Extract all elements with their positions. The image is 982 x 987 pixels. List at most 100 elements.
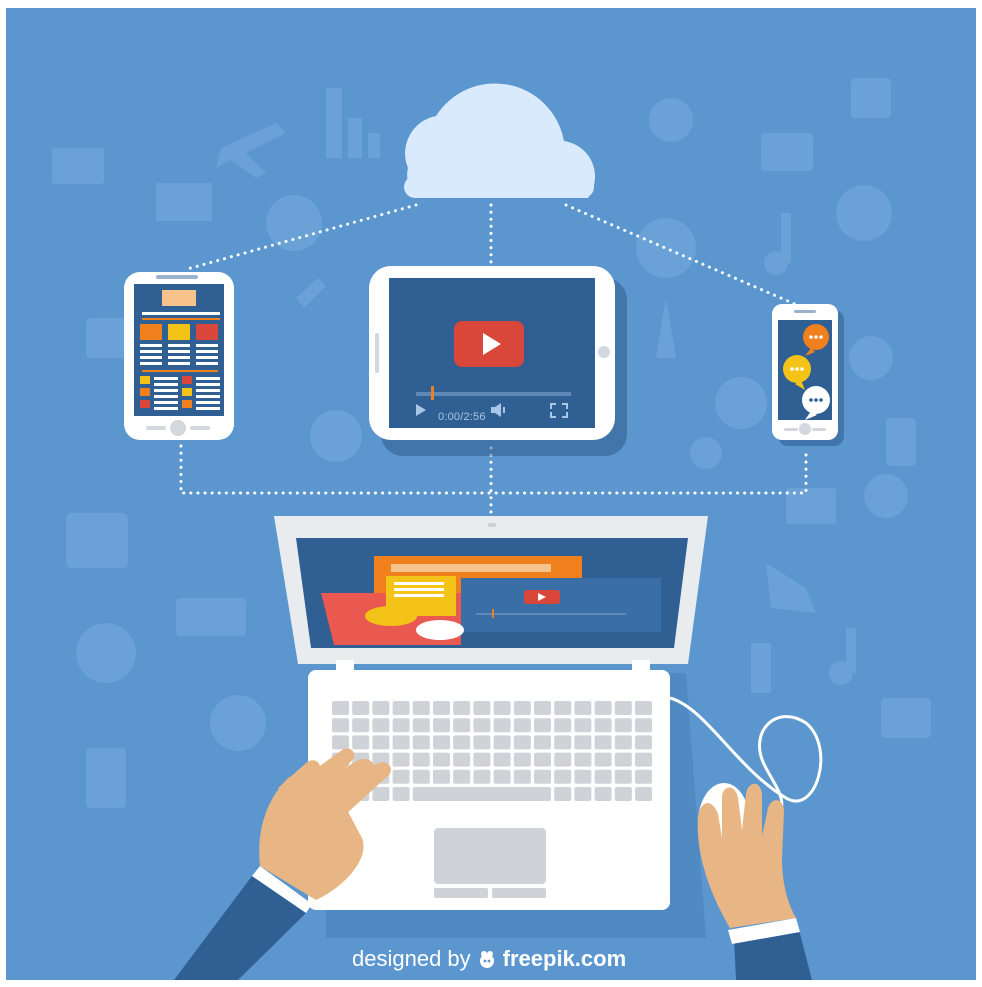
keyboard-key	[513, 735, 531, 750]
envelope-icon	[156, 183, 212, 221]
keyboard-key	[554, 769, 572, 784]
globe-icon	[76, 623, 136, 683]
keyboard-key	[635, 787, 652, 801]
freepik-logo-icon	[479, 951, 494, 968]
keyboard-key	[453, 769, 471, 784]
speech-bubble-icon	[310, 410, 362, 462]
keyboard-key	[554, 718, 572, 733]
keyboard-key	[493, 769, 511, 784]
keyboard-key	[473, 735, 491, 750]
keyboard-key	[392, 701, 410, 715]
keyboard-key	[392, 735, 410, 750]
headphones-icon	[636, 218, 696, 278]
keyboard-key	[635, 718, 652, 733]
keyboard-key	[392, 718, 410, 733]
keyboard-key	[534, 752, 551, 767]
keyboard-key	[473, 701, 491, 715]
keyboard-key	[493, 718, 511, 733]
keyboard-key	[594, 718, 612, 733]
keyboard-key	[352, 718, 370, 733]
keyboard-key	[453, 718, 471, 733]
cloud-icon	[404, 83, 596, 198]
keyboard-key	[614, 787, 632, 801]
keyboard-key	[372, 701, 390, 715]
keyboard-key	[473, 718, 491, 733]
keyboard-key	[473, 752, 491, 767]
keyboard-key	[554, 787, 572, 801]
monitor-icon	[52, 148, 104, 184]
keyboard-key	[332, 718, 349, 733]
keyboard-key	[513, 701, 531, 715]
keyboard-key	[433, 718, 450, 733]
keyboard-key	[594, 735, 612, 750]
keyboard-key	[554, 752, 572, 767]
keyboard-key	[513, 769, 531, 784]
bag-icon	[86, 318, 130, 358]
play-circle-icon	[266, 195, 322, 251]
right-hand	[697, 783, 812, 980]
keyboard-key	[594, 752, 612, 767]
keyboard-key	[412, 718, 430, 733]
keyboard-key	[574, 787, 592, 801]
keyboard-key	[433, 735, 450, 750]
keyboard-key	[614, 735, 632, 750]
keyboard-key	[493, 701, 511, 715]
lightbulb-icon	[649, 98, 693, 142]
keyboard-key	[493, 735, 511, 750]
pencil-icon	[296, 278, 326, 308]
eiffel-tower-icon	[656, 298, 676, 358]
airplane-icon	[216, 123, 286, 178]
watermark: designed by freepik.com	[352, 946, 626, 972]
window-icon	[851, 78, 891, 118]
keyboard-key	[635, 701, 652, 715]
keyboard-key	[332, 701, 349, 715]
illustration-canvas: 0:00/2:56 designed by freepik.com	[6, 8, 976, 980]
keyboard-key	[614, 718, 632, 733]
phone-icon	[886, 418, 916, 466]
video-time-label: 0:00/2:56	[438, 411, 486, 423]
keyboard-key	[534, 735, 551, 750]
tablet	[369, 266, 627, 456]
map-pin-icon	[864, 474, 909, 580]
keyboard-key	[412, 752, 430, 767]
keyboard-key	[614, 701, 632, 715]
keyboard-key	[453, 735, 471, 750]
keyboard-key	[412, 735, 430, 750]
keyboard-key	[635, 752, 652, 767]
keyboard-key	[574, 718, 592, 733]
keyboard-key	[392, 769, 410, 784]
keyboard-key	[574, 735, 592, 750]
keyboard-key	[433, 769, 450, 784]
keyboard-key	[352, 701, 370, 715]
keyboard-key	[412, 769, 430, 784]
dollar-icon	[751, 643, 771, 693]
keyboard-key	[594, 701, 612, 715]
watermark-brand: freepik.com	[502, 946, 627, 971]
keyboard-key	[473, 769, 491, 784]
briefcase-icon	[761, 133, 813, 171]
keyboard-key	[534, 701, 551, 715]
phone-outline-icon	[86, 748, 126, 808]
keyboard-key	[372, 735, 390, 750]
spacebar-key	[412, 787, 551, 801]
keyboard-key	[574, 752, 592, 767]
keyboard-key	[453, 752, 471, 767]
keyboard-key	[513, 718, 531, 733]
keyboard-key	[412, 701, 430, 715]
keyboard-key	[433, 701, 450, 715]
keyboard-key	[392, 787, 410, 801]
keyboard-key	[614, 752, 632, 767]
keyboard-key	[433, 752, 450, 767]
keyboard-key	[372, 787, 390, 801]
keyboard-key	[574, 769, 592, 784]
keyboard-key	[635, 735, 652, 750]
bar-chart-icon	[326, 88, 342, 158]
keyboard-key	[554, 735, 572, 750]
cloud-devices-illustration	[52, 78, 931, 980]
gear-icon	[715, 377, 767, 429]
magnifier-icon	[210, 695, 266, 751]
calendar-icon	[66, 513, 128, 568]
keyboard-key	[594, 787, 612, 801]
camera-icon	[881, 698, 931, 738]
keyboard-key	[372, 718, 390, 733]
